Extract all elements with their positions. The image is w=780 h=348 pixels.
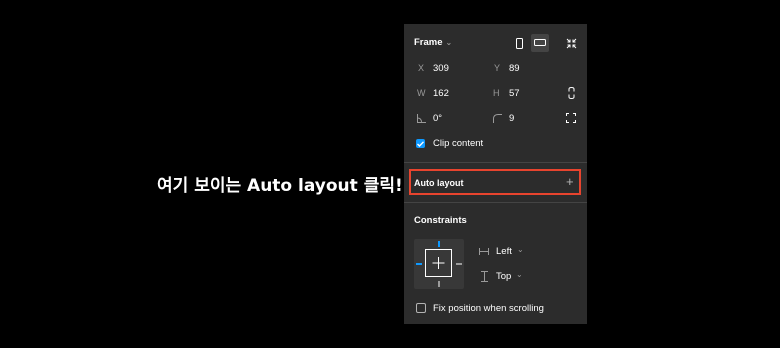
x-field[interactable]: X 309 [418, 63, 449, 74]
fix-position-label: Fix position when scrolling [433, 303, 544, 314]
y-label: Y [494, 63, 501, 73]
frame-dropdown[interactable]: Frame ⌄ [414, 37, 452, 48]
height-field[interactable]: H 57 [493, 88, 520, 99]
resize-to-fit-button[interactable] [562, 34, 580, 52]
checkmark-icon [417, 140, 424, 147]
corner-radius-value: 9 [509, 113, 515, 124]
auto-layout-highlight[interactable]: Auto layout + [409, 169, 581, 195]
corner-radius-icon [493, 114, 502, 123]
vertical-constraint-value: Top [496, 271, 512, 282]
constraints-title: Constraints [414, 215, 467, 226]
vertical-constraint-icon [481, 271, 488, 282]
width-field[interactable]: W 162 [417, 88, 449, 99]
chevron-down-icon: ⌄ [516, 270, 523, 279]
w-value: 162 [433, 88, 449, 99]
constraint-inner-box [425, 249, 452, 277]
constraint-widget[interactable] [414, 239, 464, 289]
chevron-down-icon: ⌄ [517, 245, 524, 254]
rotation-value: 0° [433, 113, 443, 124]
horizontal-constraint-icon [479, 248, 489, 255]
section-divider [404, 162, 587, 163]
resize-to-fit-icon [566, 38, 576, 48]
plus-icon [432, 257, 445, 269]
section-divider [404, 202, 587, 203]
w-label: W [417, 88, 426, 98]
portrait-orientation-button[interactable] [511, 34, 529, 52]
rotation-icon [417, 114, 426, 123]
horizontal-constraint-value: Left [496, 246, 512, 257]
x-label: X [418, 63, 425, 73]
h-label: H [493, 88, 500, 98]
fix-position-checkbox[interactable] [416, 303, 426, 313]
instruction-caption: 여기 보이는 Auto layout 클릭! [157, 176, 403, 196]
add-auto-layout-icon[interactable]: + [566, 174, 574, 189]
landscape-orientation-button[interactable] [531, 34, 549, 52]
frame-title: Frame [414, 37, 443, 48]
chevron-down-icon: ⌄ [445, 38, 453, 47]
link-icon [568, 87, 574, 99]
constrain-proportions-button[interactable] [562, 84, 580, 102]
clip-content-label: Clip content [433, 138, 484, 149]
x-value: 309 [433, 63, 449, 74]
y-value: 89 [509, 63, 520, 74]
landscape-icon [534, 39, 546, 46]
y-field[interactable]: Y 89 [494, 63, 520, 74]
portrait-icon [516, 37, 523, 49]
h-value: 57 [509, 88, 520, 99]
clip-content-checkbox[interactable] [416, 139, 425, 148]
independent-corners-icon [566, 113, 576, 123]
independent-corners-button[interactable] [562, 109, 580, 127]
properties-panel: Frame ⌄ X 309 Y 89 W 162 H 57 0° 9 Clip … [404, 24, 587, 324]
auto-layout-label: Auto layout [414, 178, 464, 188]
